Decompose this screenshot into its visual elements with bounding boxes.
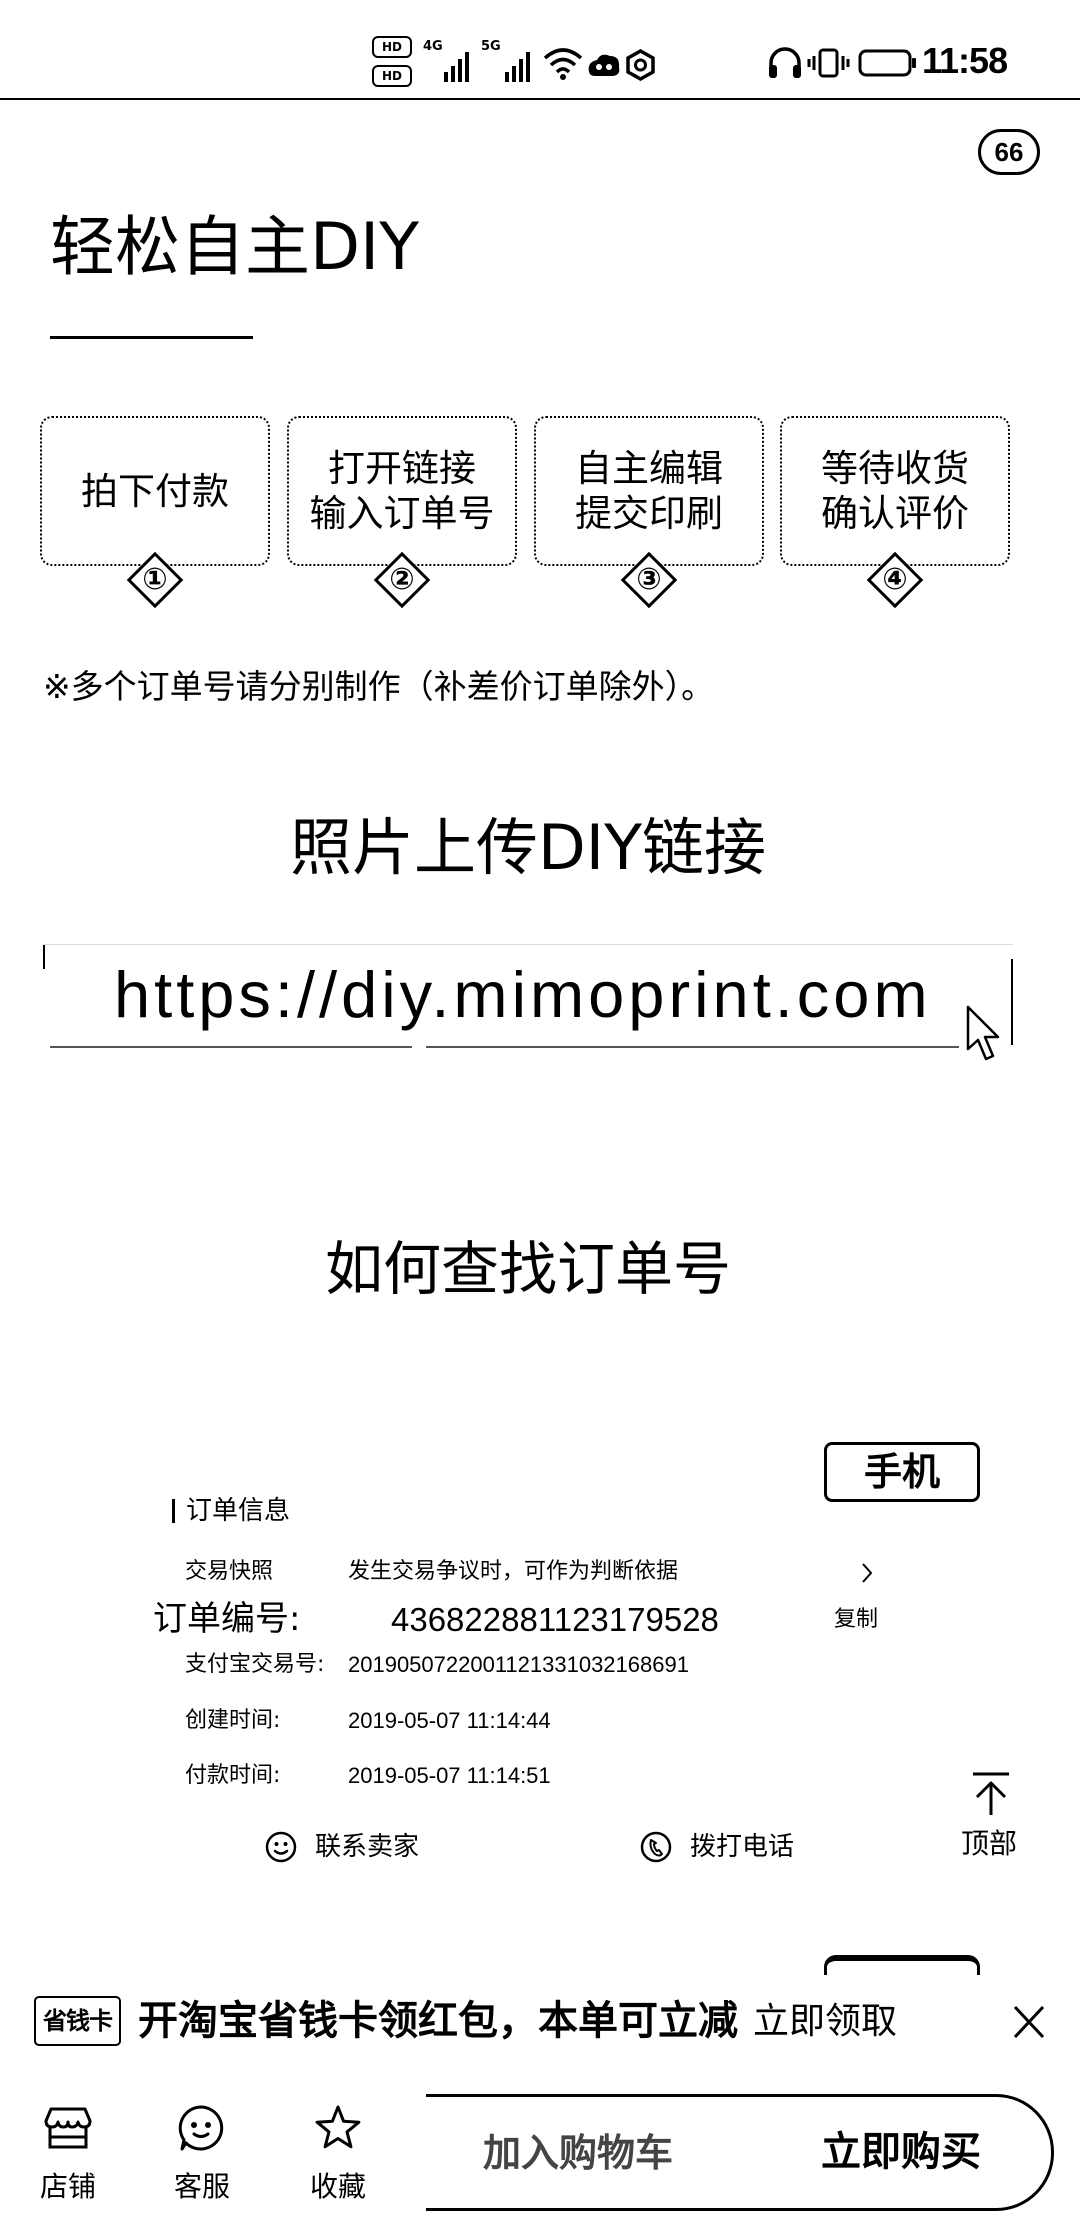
step-number: ④ bbox=[882, 562, 908, 597]
url-frame-bottom bbox=[50, 1046, 412, 1048]
floating-count-badge[interactable]: 66 bbox=[978, 129, 1040, 175]
paid-time-label: 付款时间: bbox=[185, 1763, 281, 1788]
star-icon bbox=[313, 2103, 363, 2153]
hexagon-status-icon bbox=[625, 49, 656, 81]
customer-service-icon bbox=[176, 2103, 226, 2153]
vibrate-icon bbox=[807, 48, 850, 78]
order-note: ※多个订单号请分别制作（补差价订单除外）。 bbox=[43, 667, 715, 706]
step-text: 等待收货 bbox=[821, 447, 969, 490]
add-to-cart-button[interactable]: 加入购物车 bbox=[483, 2133, 673, 2173]
wifi-icon bbox=[543, 46, 583, 80]
favorite-label: 收藏 bbox=[309, 2170, 366, 2203]
call-phone-text: 拨打电话 bbox=[690, 1832, 795, 1862]
close-icon[interactable] bbox=[1012, 2004, 1046, 2040]
shop-label: 店铺 bbox=[39, 2170, 96, 2203]
clock: 11:58 bbox=[922, 40, 1008, 81]
signal-icon bbox=[504, 50, 532, 82]
snapshot-label: 交易快照 bbox=[185, 1559, 274, 1584]
hd-icon: HD bbox=[372, 36, 412, 58]
purchase-button-group: 加入购物车 立即购买 bbox=[426, 2094, 1054, 2211]
step-text: 拍下付款 bbox=[81, 469, 229, 513]
back-to-top-label: 顶部 bbox=[960, 1827, 1017, 1860]
step-text: 提交印刷 bbox=[575, 492, 723, 535]
smiley-icon bbox=[264, 1830, 298, 1864]
battery-icon bbox=[858, 49, 918, 77]
created-time-value: 2019-05-07 11:14:44 bbox=[348, 1708, 551, 1733]
url-frame-right bbox=[1011, 959, 1013, 1045]
buy-now-button[interactable]: 立即购买 bbox=[821, 2132, 981, 2172]
step-card-1: 拍下付款 bbox=[40, 416, 270, 566]
paid-time-value: 2019-05-07 11:14:51 bbox=[348, 1763, 551, 1788]
signal-icon bbox=[443, 50, 471, 82]
cursor-pointer-icon bbox=[966, 1005, 1000, 1063]
step-number: ③ bbox=[636, 562, 662, 597]
snapshot-value: 发生交易争议时，可作为判断依据 bbox=[348, 1559, 679, 1584]
arrow-up-icon bbox=[969, 1771, 1013, 1817]
status-bar: HD HD 4G 5G 11:58 bbox=[0, 0, 1080, 100]
section-marker bbox=[172, 1499, 175, 1523]
promo-text: 开淘宝省钱卡领红包，本单可立减 bbox=[138, 1998, 738, 2044]
network-type-label: 4G bbox=[423, 39, 443, 54]
step-text: 输入订单号 bbox=[309, 492, 495, 535]
order-number-value: 436822881123179528 bbox=[391, 1601, 719, 1638]
url-frame-top bbox=[43, 944, 1013, 945]
created-time-label: 创建时间: bbox=[185, 1708, 281, 1733]
hd-icon: HD bbox=[372, 65, 412, 87]
store-icon bbox=[43, 2103, 93, 2153]
phone-icon bbox=[640, 1830, 672, 1864]
step-card-2: 打开链接 输入订单号 bbox=[287, 416, 517, 566]
url-frame-left bbox=[43, 945, 45, 969]
step-text: 自主编辑 bbox=[575, 447, 723, 490]
step-card-3: 自主编辑 提交印刷 bbox=[534, 416, 764, 566]
headphones-icon bbox=[767, 45, 803, 80]
hero-title: 轻松自主DIY bbox=[50, 210, 419, 285]
alipay-number-label: 支付宝交易号: bbox=[185, 1652, 325, 1677]
partially-hidden-button bbox=[824, 1955, 980, 1975]
step-number: ② bbox=[389, 562, 415, 597]
diy-url: https://diy.mimoprint.com bbox=[114, 958, 932, 1031]
network-type-label: 5G bbox=[481, 39, 501, 54]
url-frame-bottom bbox=[426, 1046, 959, 1048]
hero-underline bbox=[50, 336, 253, 339]
contact-seller-text: 联系卖家 bbox=[315, 1832, 420, 1862]
step-number: ① bbox=[142, 562, 168, 597]
customer-service-label: 客服 bbox=[173, 2170, 230, 2203]
order-number-label: 订单编号: bbox=[153, 1599, 301, 1639]
upload-link-title: 照片上传DIY链接 bbox=[290, 811, 766, 884]
chevron-right-icon bbox=[860, 1561, 874, 1585]
savings-card-logo: 省钱卡 bbox=[34, 1996, 121, 2046]
copy-link: 复制 bbox=[834, 1607, 879, 1632]
step-text: 确认评价 bbox=[821, 492, 969, 535]
order-info-title: 订单信息 bbox=[186, 1496, 291, 1526]
app-notification-icon bbox=[585, 50, 622, 80]
bottom-action-bar: 店铺 客服 收藏 加入购物车 立即购买 bbox=[0, 2080, 1080, 2228]
promo-banner[interactable]: 省钱卡 开淘宝省钱卡领红包，本单可立减 立即领取 bbox=[0, 1975, 1080, 2071]
step-text: 打开链接 bbox=[328, 447, 476, 490]
alipay-number-value: 2019050722001121331032168691 bbox=[348, 1652, 689, 1677]
step-card-4: 等待收货 确认评价 bbox=[780, 416, 1010, 566]
device-tag: 手机 bbox=[824, 1442, 980, 1502]
claim-now-link[interactable]: 立即领取 bbox=[753, 2002, 897, 2042]
howto-title: 如何查找订单号 bbox=[324, 1235, 731, 1303]
